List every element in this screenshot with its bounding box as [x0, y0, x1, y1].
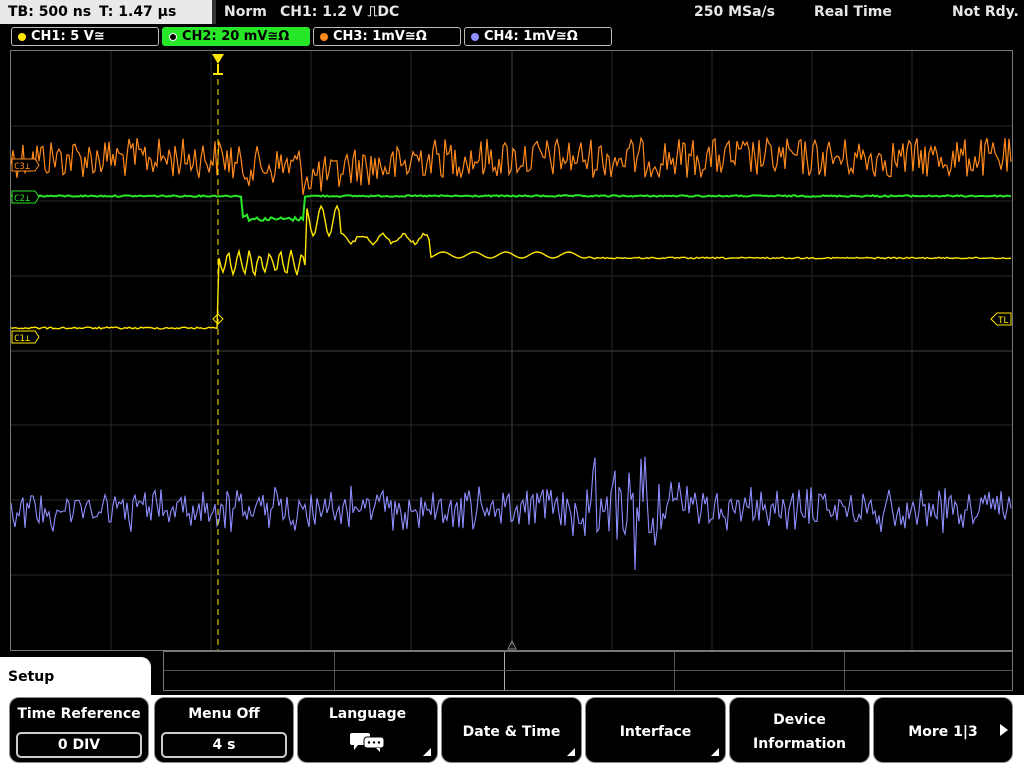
- channel-1-tab[interactable]: CH1: 5 V≅: [11, 27, 159, 46]
- overview-gridline: [674, 652, 675, 690]
- channel-3-label: CH3: 1mV≅Ω: [333, 29, 427, 44]
- channel-3-tab[interactable]: CH3: 1mV≅Ω: [313, 27, 461, 46]
- date-time-softkey[interactable]: Date & Time: [441, 697, 582, 763]
- channel-1-label: CH1: 5 V≅: [31, 29, 105, 44]
- device-information-label-line1: Device: [773, 712, 826, 728]
- overview-gridline: [164, 670, 1012, 671]
- menu-title: Setup: [8, 669, 55, 685]
- menu-title-tab: Setup: [0, 657, 151, 697]
- language-softkey[interactable]: Language: [297, 697, 438, 763]
- timebase-value: TB: 500 ns: [8, 4, 92, 20]
- trigger-level-label: TL: [998, 316, 1009, 326]
- more-softkey[interactable]: More 1|3: [873, 697, 1013, 763]
- trigger-time-value: T: 1.47 µs: [99, 4, 177, 20]
- timebase-box[interactable]: TB: 500 ns T: 1.47 µs: [0, 0, 212, 24]
- channel-2-label: CH2: 20 mV≅Ω: [182, 29, 290, 44]
- waveform-display[interactable]: C3⊥ C2⊥ C1⊥ TL: [10, 50, 1013, 651]
- traces: [11, 136, 1012, 570]
- channel-3-trace: [11, 136, 1012, 195]
- date-time-label: Date & Time: [462, 724, 561, 740]
- overview-gridline: [844, 652, 845, 690]
- more-label: More 1|3: [908, 724, 978, 740]
- time-reference-value: 0 DIV: [16, 732, 142, 758]
- softkey-menu: Time Reference 0 DIV Menu Off 4 s Langua…: [0, 695, 1024, 768]
- status-bar: TB: 500 ns T: 1.47 µs Norm CH1: 1.2 V ⎍D…: [0, 0, 1024, 26]
- channel-1-trace: [11, 204, 1012, 330]
- overview-gridline: [334, 652, 335, 690]
- submenu-indicator-icon: [567, 748, 575, 756]
- graticule: [11, 51, 1012, 650]
- trigger-level-marker[interactable]: TL: [990, 312, 1012, 326]
- channel-2-trace: [11, 194, 1012, 223]
- interface-softkey[interactable]: Interface: [585, 697, 726, 763]
- channel-2-color-icon: [169, 33, 177, 41]
- submenu-indicator-icon: [711, 748, 719, 756]
- interface-label: Interface: [619, 724, 692, 740]
- device-information-softkey[interactable]: Device Information: [729, 697, 870, 763]
- trigger-position-marker[interactable]: [212, 54, 224, 75]
- channel-3-marker-label: C3⊥: [14, 162, 31, 172]
- channel-4-color-icon: [471, 33, 479, 41]
- trigger-mode[interactable]: Norm: [224, 0, 267, 24]
- waveform-canvas: C3⊥ C2⊥ C1⊥ TL: [11, 51, 1012, 650]
- channel-2-tab[interactable]: CH2: 20 mV≅Ω: [162, 27, 310, 46]
- submenu-indicator-icon: [423, 748, 431, 756]
- device-information-label-line2: Information: [753, 736, 846, 752]
- next-page-icon: [1000, 724, 1008, 736]
- menu-off-label: Menu Off: [188, 706, 260, 722]
- channel-1-marker[interactable]: C1⊥: [11, 330, 40, 344]
- language-label: Language: [328, 706, 407, 722]
- overview-strip: [163, 651, 1013, 691]
- time-reference-softkey[interactable]: Time Reference 0 DIV: [9, 697, 149, 763]
- channel-3-marker[interactable]: C3⊥: [11, 158, 40, 172]
- channel-1-marker-label: C1⊥: [14, 334, 31, 344]
- trigger-info[interactable]: CH1: 1.2 V ⎍DC: [280, 0, 399, 24]
- time-reference-label: Time Reference: [17, 706, 141, 722]
- speech-bubbles-icon: [350, 733, 385, 752]
- menu-off-value: 4 s: [161, 732, 287, 758]
- channel-1-color-icon: [18, 33, 26, 41]
- menu-off-softkey[interactable]: Menu Off 4 s: [154, 697, 294, 763]
- channel-4-tab[interactable]: CH4: 1mV≅Ω: [464, 27, 612, 46]
- channel-4-label: CH4: 1mV≅Ω: [484, 29, 578, 44]
- channel-4-trace: [11, 456, 1012, 570]
- status-divider: [212, 0, 216, 24]
- channel-2-marker[interactable]: C2⊥: [11, 190, 40, 204]
- channel-3-color-icon: [320, 33, 328, 41]
- acquisition-mode: Real Time: [814, 4, 892, 20]
- overview-center-line: [504, 652, 505, 690]
- acquisition-state: Not Rdy.: [952, 4, 1019, 20]
- channel-2-marker-label: C2⊥: [14, 194, 31, 204]
- sample-rate: 250 MSa/s: [694, 4, 776, 20]
